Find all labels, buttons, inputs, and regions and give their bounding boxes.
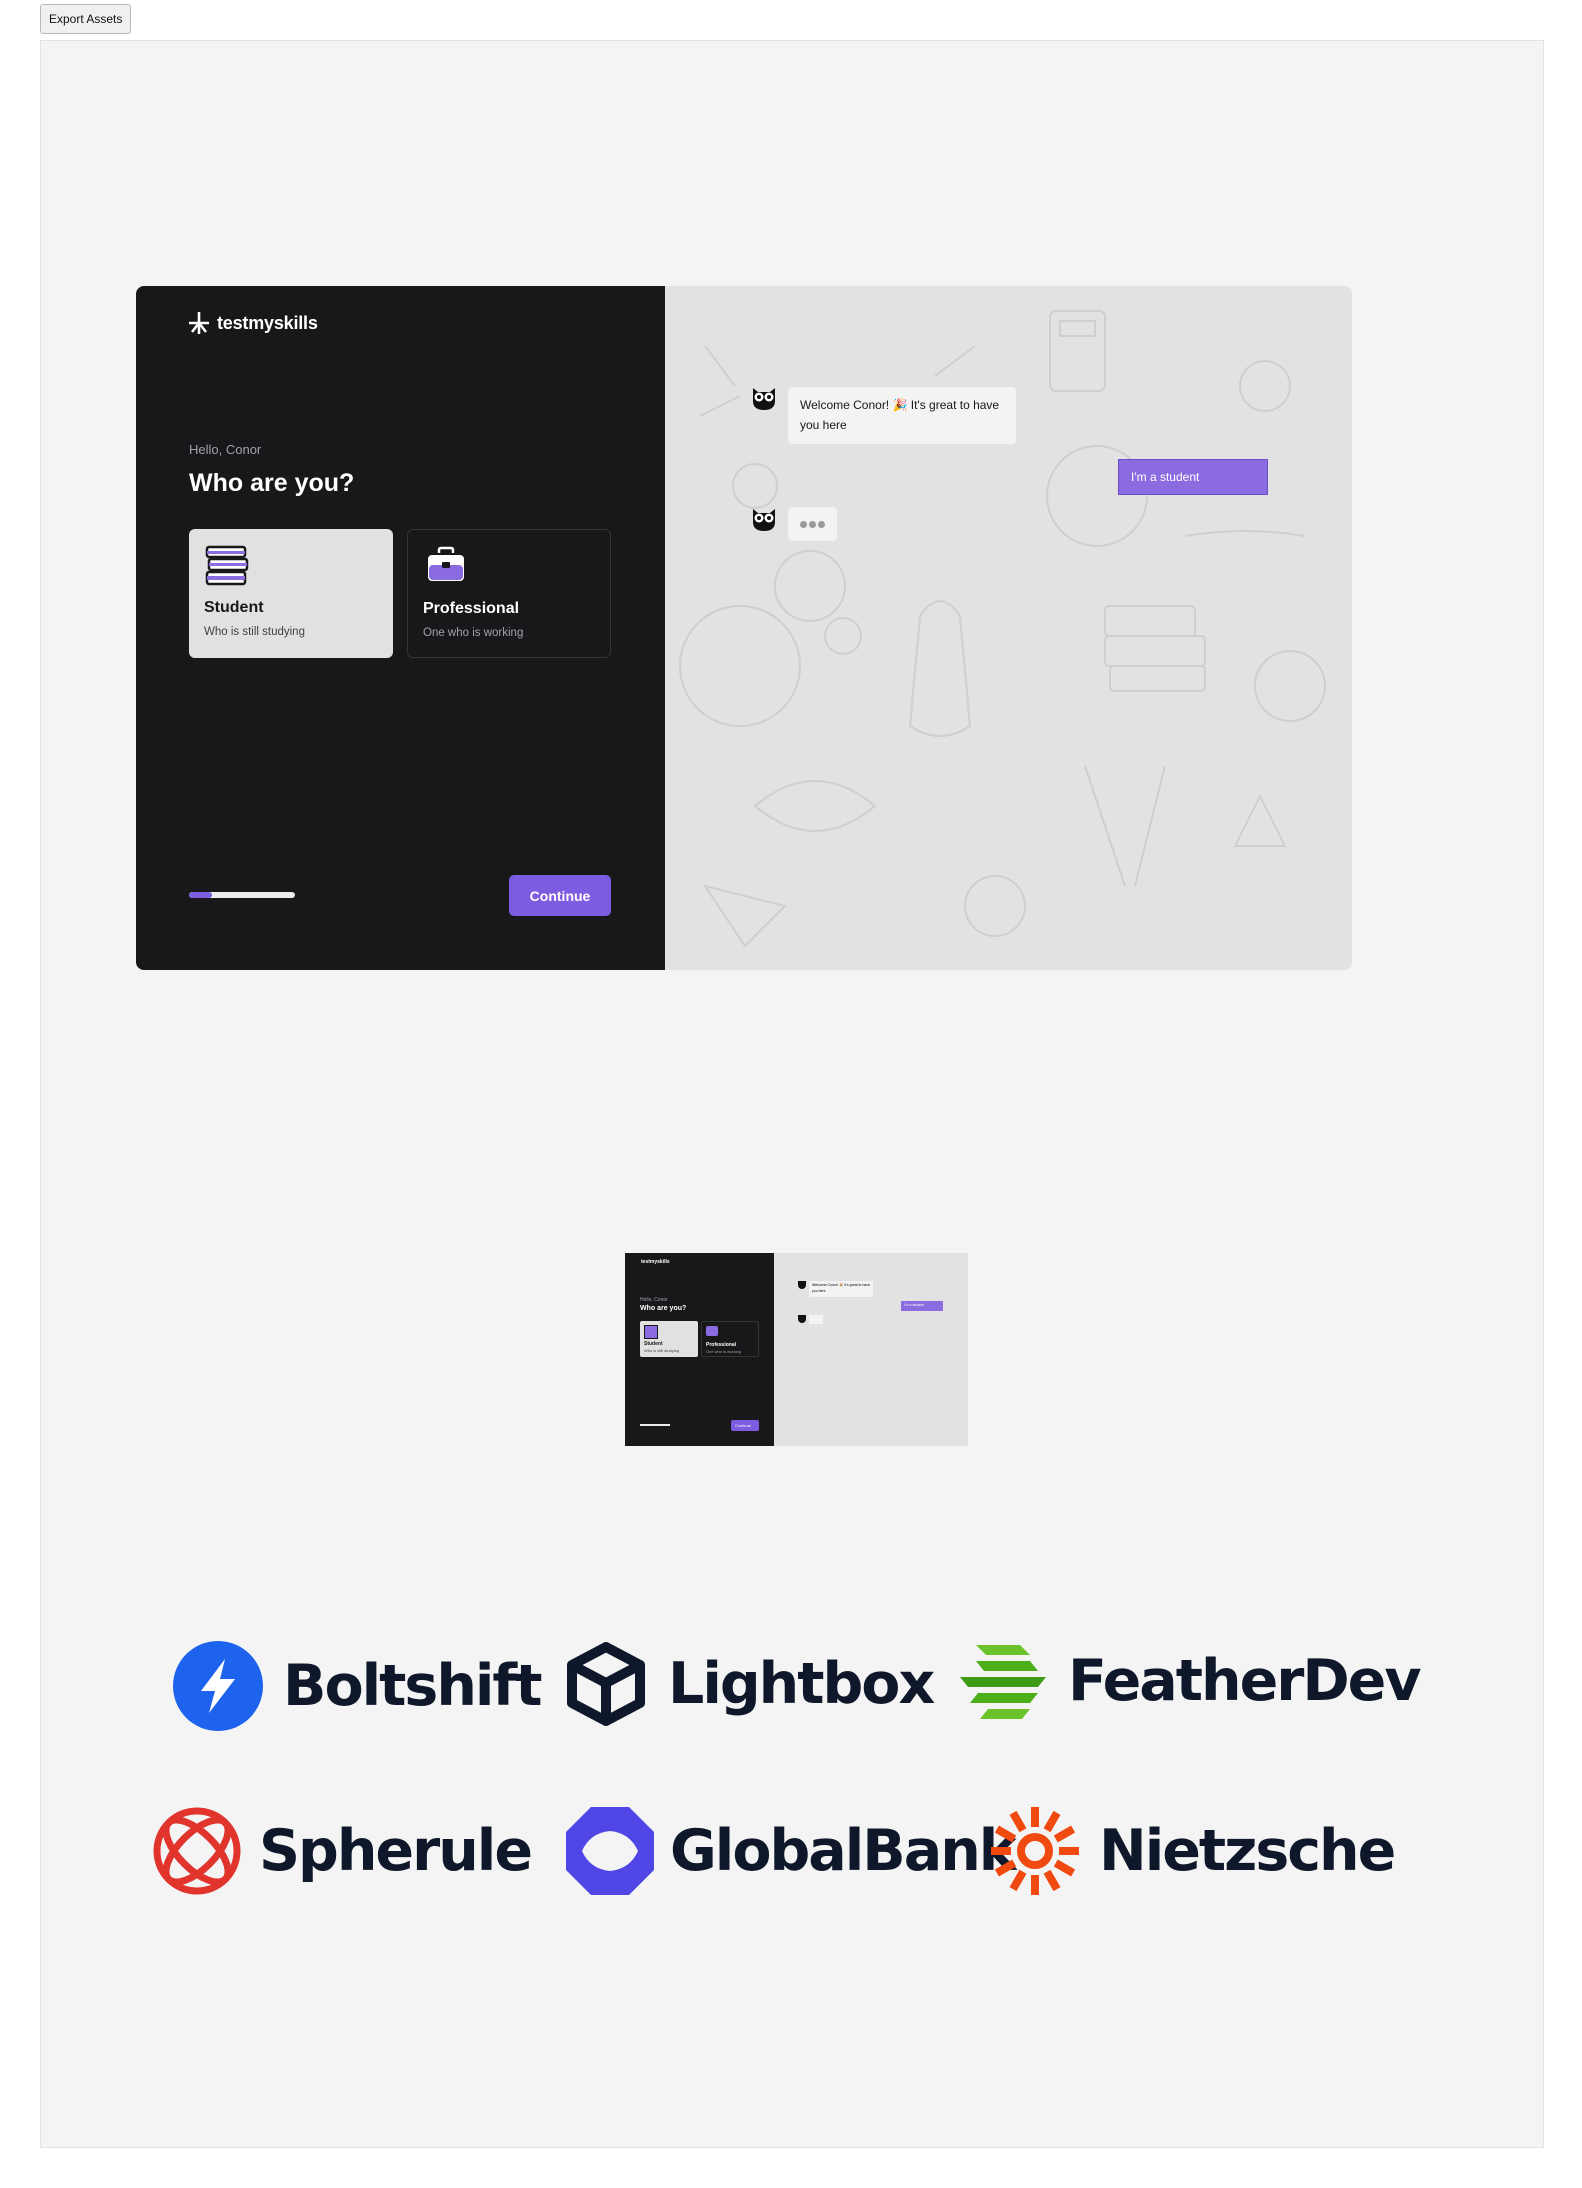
brand-lightbox: Lightbox: [566, 1641, 935, 1727]
brand-name: Lightbox: [668, 1651, 935, 1717]
brand-name: FeatherDev: [1068, 1648, 1421, 1714]
canvas: testmyskills Hello, Conor Who are you? S…: [40, 40, 1544, 2148]
greeting: Hello, Conor: [189, 442, 262, 457]
owl-avatar-icon: [753, 388, 775, 410]
sunburst-ray: [1043, 1869, 1061, 1892]
brand-featherdev: FeatherDev: [958, 1641, 1421, 1721]
brand-name: Spherule: [259, 1818, 533, 1884]
option-subtitle: Who is still studying: [204, 626, 305, 638]
sparkle-logo-icon: [189, 312, 209, 334]
chat-text: Welcome Conor! 🎉 It's great to have: [800, 398, 1000, 412]
briefcase-icon: [426, 546, 466, 583]
chat-text: you here: [800, 418, 847, 432]
thumb-option-sub: Who is still studying: [644, 1348, 680, 1353]
option-professional-card[interactable]: Professional One who is working: [407, 529, 611, 658]
thumb-welcome-text: Welcome Conor! 🎉 It's great to have: [812, 1283, 871, 1287]
app-logo: testmyskills: [189, 312, 318, 334]
option-student-card[interactable]: Student Who is still studying: [189, 529, 393, 658]
brand-name: Nietzsche: [1099, 1818, 1396, 1884]
onboarding-preview: testmyskills Hello, Conor Who are you? S…: [136, 286, 1352, 970]
thumb-professional-card: Professional One who is working: [701, 1321, 759, 1357]
thumb-reply-bubble: I'm a student: [901, 1301, 943, 1311]
thumb-option-title: Professional: [706, 1342, 737, 1348]
thumb-student-card: Student Who is still studying: [640, 1321, 698, 1357]
onboarding-panel: testmyskills Hello, Conor Who are you? S…: [136, 286, 665, 970]
thumb-welcome-text: you here: [812, 1289, 826, 1293]
thumb-welcome-bubble: Welcome Conor! 🎉 It's great to have you …: [809, 1281, 873, 1297]
thumb-option-title: Student: [644, 1341, 663, 1347]
progress-fill: [189, 892, 213, 898]
progress-bar: [189, 892, 295, 898]
octagon-icon: [566, 1807, 654, 1895]
sunburst-ray: [1009, 1869, 1027, 1892]
chat-panel: Welcome Conor! 🎉 It's great to have you …: [665, 286, 1352, 970]
brand-name: Boltshift: [283, 1653, 542, 1719]
owl-avatar-icon: [798, 1281, 806, 1289]
sunburst-ray: [1043, 1810, 1061, 1833]
brand-boltshift: Boltshift: [173, 1641, 542, 1731]
typing-indicator: [788, 507, 837, 541]
feather-stripes-icon: [960, 1645, 1046, 1719]
page-title: Who are you?: [189, 469, 355, 497]
thumb-left-panel: testmyskills Hello, Conor Who are you? S…: [625, 1253, 774, 1446]
cube-icon: [567, 1642, 645, 1726]
option-title: Student: [204, 599, 264, 616]
sunburst-ray: [994, 1825, 1017, 1843]
thumb-typing-indicator: [809, 1315, 823, 1324]
brand-spherule: Spherule: [151, 1805, 533, 1897]
thumb-option-sub: One who is working: [706, 1349, 741, 1354]
onboarding-thumbnail: testmyskills Hello, Conor Who are you? S…: [625, 1253, 968, 1446]
briefcase-icon: [706, 1326, 718, 1336]
thumb-title: Who are you?: [640, 1305, 687, 1312]
thumb-continue-label: Continue: [735, 1423, 752, 1428]
sunburst-ray: [994, 1859, 1017, 1877]
app-logo-text: testmyskills: [217, 312, 318, 333]
sunburst-icon: [991, 1807, 1079, 1895]
option-subtitle: One who is working: [423, 627, 524, 639]
brand-name: GlobalBank: [670, 1818, 1017, 1884]
sunburst-ray: [1009, 1810, 1027, 1833]
sunburst-ray: [1053, 1825, 1076, 1843]
sphere-icon: [153, 1807, 241, 1895]
continue-button[interactable]: Continue: [509, 875, 611, 916]
thumb-reply-text: I'm a student: [904, 1303, 924, 1307]
thumb-logo: testmyskills: [641, 1259, 670, 1265]
books-icon: [205, 545, 249, 586]
chat-bubble-reply: I'm a student: [1118, 459, 1268, 495]
brand-globalbank: GlobalBank: [564, 1805, 1017, 1897]
owl-avatar-icon: [798, 1315, 806, 1323]
option-title: Professional: [423, 600, 520, 617]
owl-avatar-icon: [753, 509, 775, 531]
bolt-icon: [173, 1641, 263, 1731]
books-icon: [644, 1325, 658, 1339]
brand-nietzsche: Nietzsche: [989, 1805, 1396, 1897]
thumb-progress: [640, 1424, 670, 1426]
sunburst-ray: [1053, 1859, 1076, 1877]
export-assets-button[interactable]: Export Assets: [40, 4, 132, 34]
thumb-continue: Continue: [731, 1420, 759, 1431]
thumb-right-panel: Welcome Conor! 🎉 It's great to have you …: [774, 1253, 968, 1446]
chat-bubble-welcome: Welcome Conor! 🎉 It's great to have you …: [788, 387, 1016, 444]
thumb-greeting: Hello, Conor: [640, 1297, 668, 1303]
